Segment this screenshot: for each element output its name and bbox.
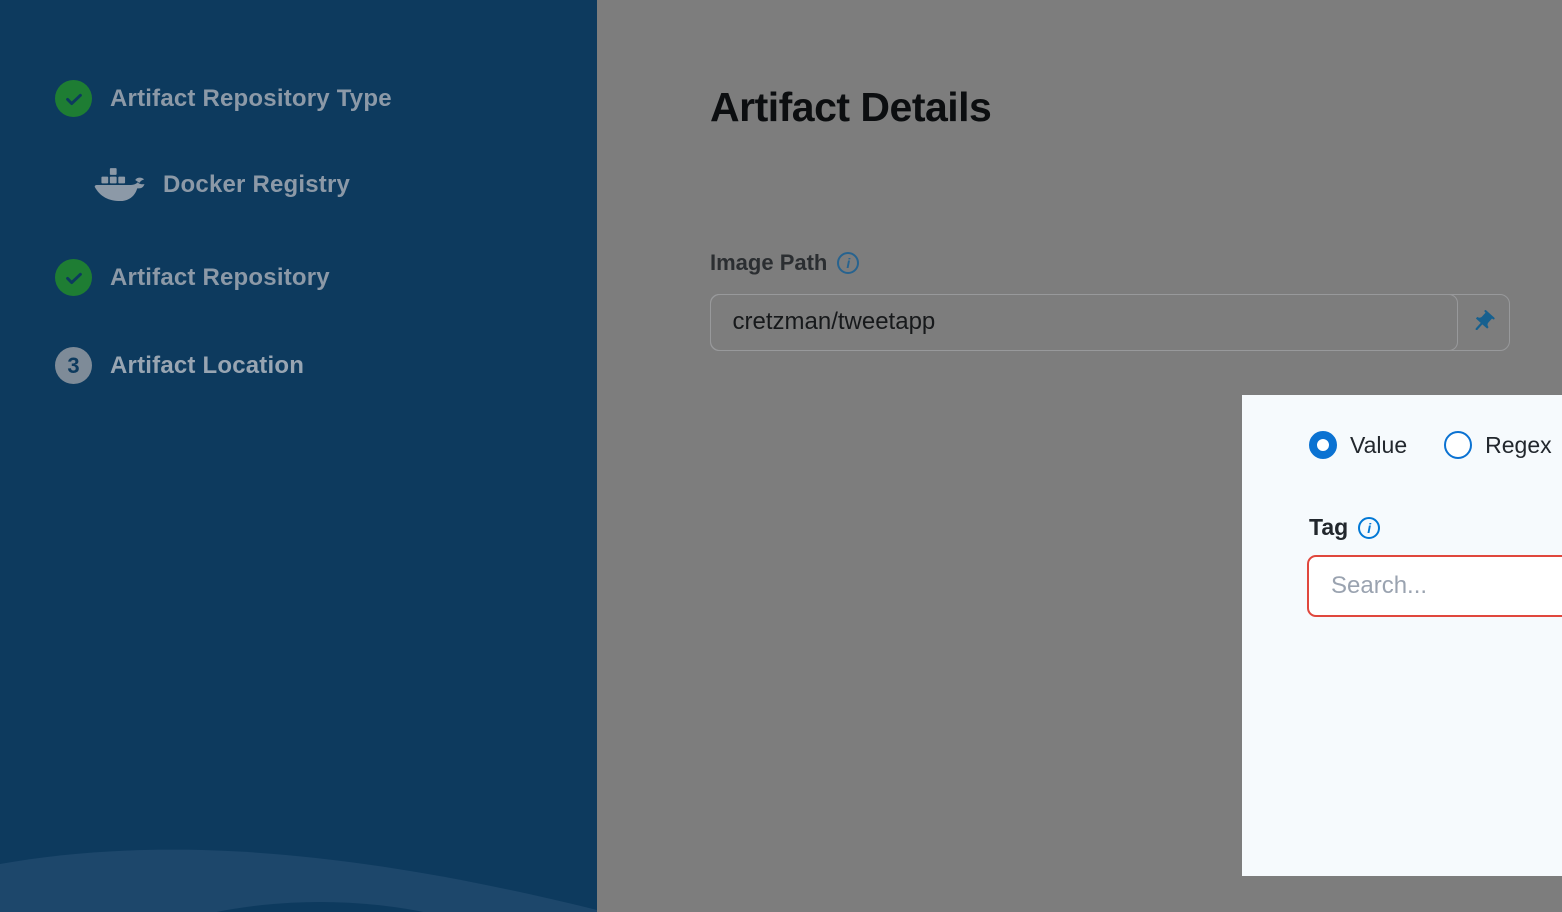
- check-icon: [55, 80, 92, 117]
- check-icon: [55, 259, 92, 296]
- artifact-wizard-screen: Artifact Repository Type Docker Registry…: [0, 0, 1562, 912]
- pin-icon: [1470, 309, 1496, 335]
- step-label: Artifact Repository: [110, 264, 330, 292]
- image-path-label-text: Image Path: [710, 250, 827, 276]
- tag-panel: Value Regex Tag i: [1242, 395, 1562, 876]
- artifact-details-pane: Artifact Details Image Path i Value Re: [597, 0, 1562, 912]
- tag-type-radio-group: Value Regex: [1309, 431, 1552, 459]
- image-path-input[interactable]: [711, 295, 1457, 350]
- sidebar-step-artifact-location[interactable]: 3 Artifact Location: [55, 347, 304, 384]
- step-label: Artifact Location: [110, 352, 304, 380]
- image-path-field-group: [710, 294, 1510, 351]
- page-title: Artifact Details: [710, 84, 991, 131]
- value-radio-label: Value: [1350, 432, 1407, 459]
- docker-icon: [92, 164, 148, 206]
- regex-radio[interactable]: [1444, 431, 1472, 459]
- decorative-swoosh: [0, 752, 597, 912]
- info-icon[interactable]: i: [1358, 517, 1380, 539]
- info-icon[interactable]: i: [837, 252, 859, 274]
- value-radio[interactable]: [1309, 431, 1337, 459]
- image-path-pin-button[interactable]: [1457, 295, 1509, 349]
- sidebar-step-artifact-repository-type[interactable]: Artifact Repository Type: [55, 80, 392, 117]
- regex-radio-label: Regex: [1485, 432, 1551, 459]
- sidebar-step-docker-registry[interactable]: Docker Registry: [92, 164, 350, 206]
- tag-label-text: Tag: [1309, 514, 1348, 541]
- tag-select-field: [1307, 555, 1562, 617]
- step-label: Docker Registry: [163, 171, 350, 199]
- step-label: Artifact Repository Type: [110, 85, 392, 113]
- sidebar-step-artifact-repository[interactable]: Artifact Repository: [55, 259, 330, 296]
- step-number-badge: 3: [55, 347, 92, 384]
- image-path-input-box: [710, 294, 1458, 351]
- tag-search-input[interactable]: [1309, 557, 1562, 615]
- tag-label: Tag i: [1309, 514, 1380, 541]
- wizard-sidebar: Artifact Repository Type Docker Registry…: [0, 0, 597, 912]
- image-path-label: Image Path i: [710, 250, 859, 276]
